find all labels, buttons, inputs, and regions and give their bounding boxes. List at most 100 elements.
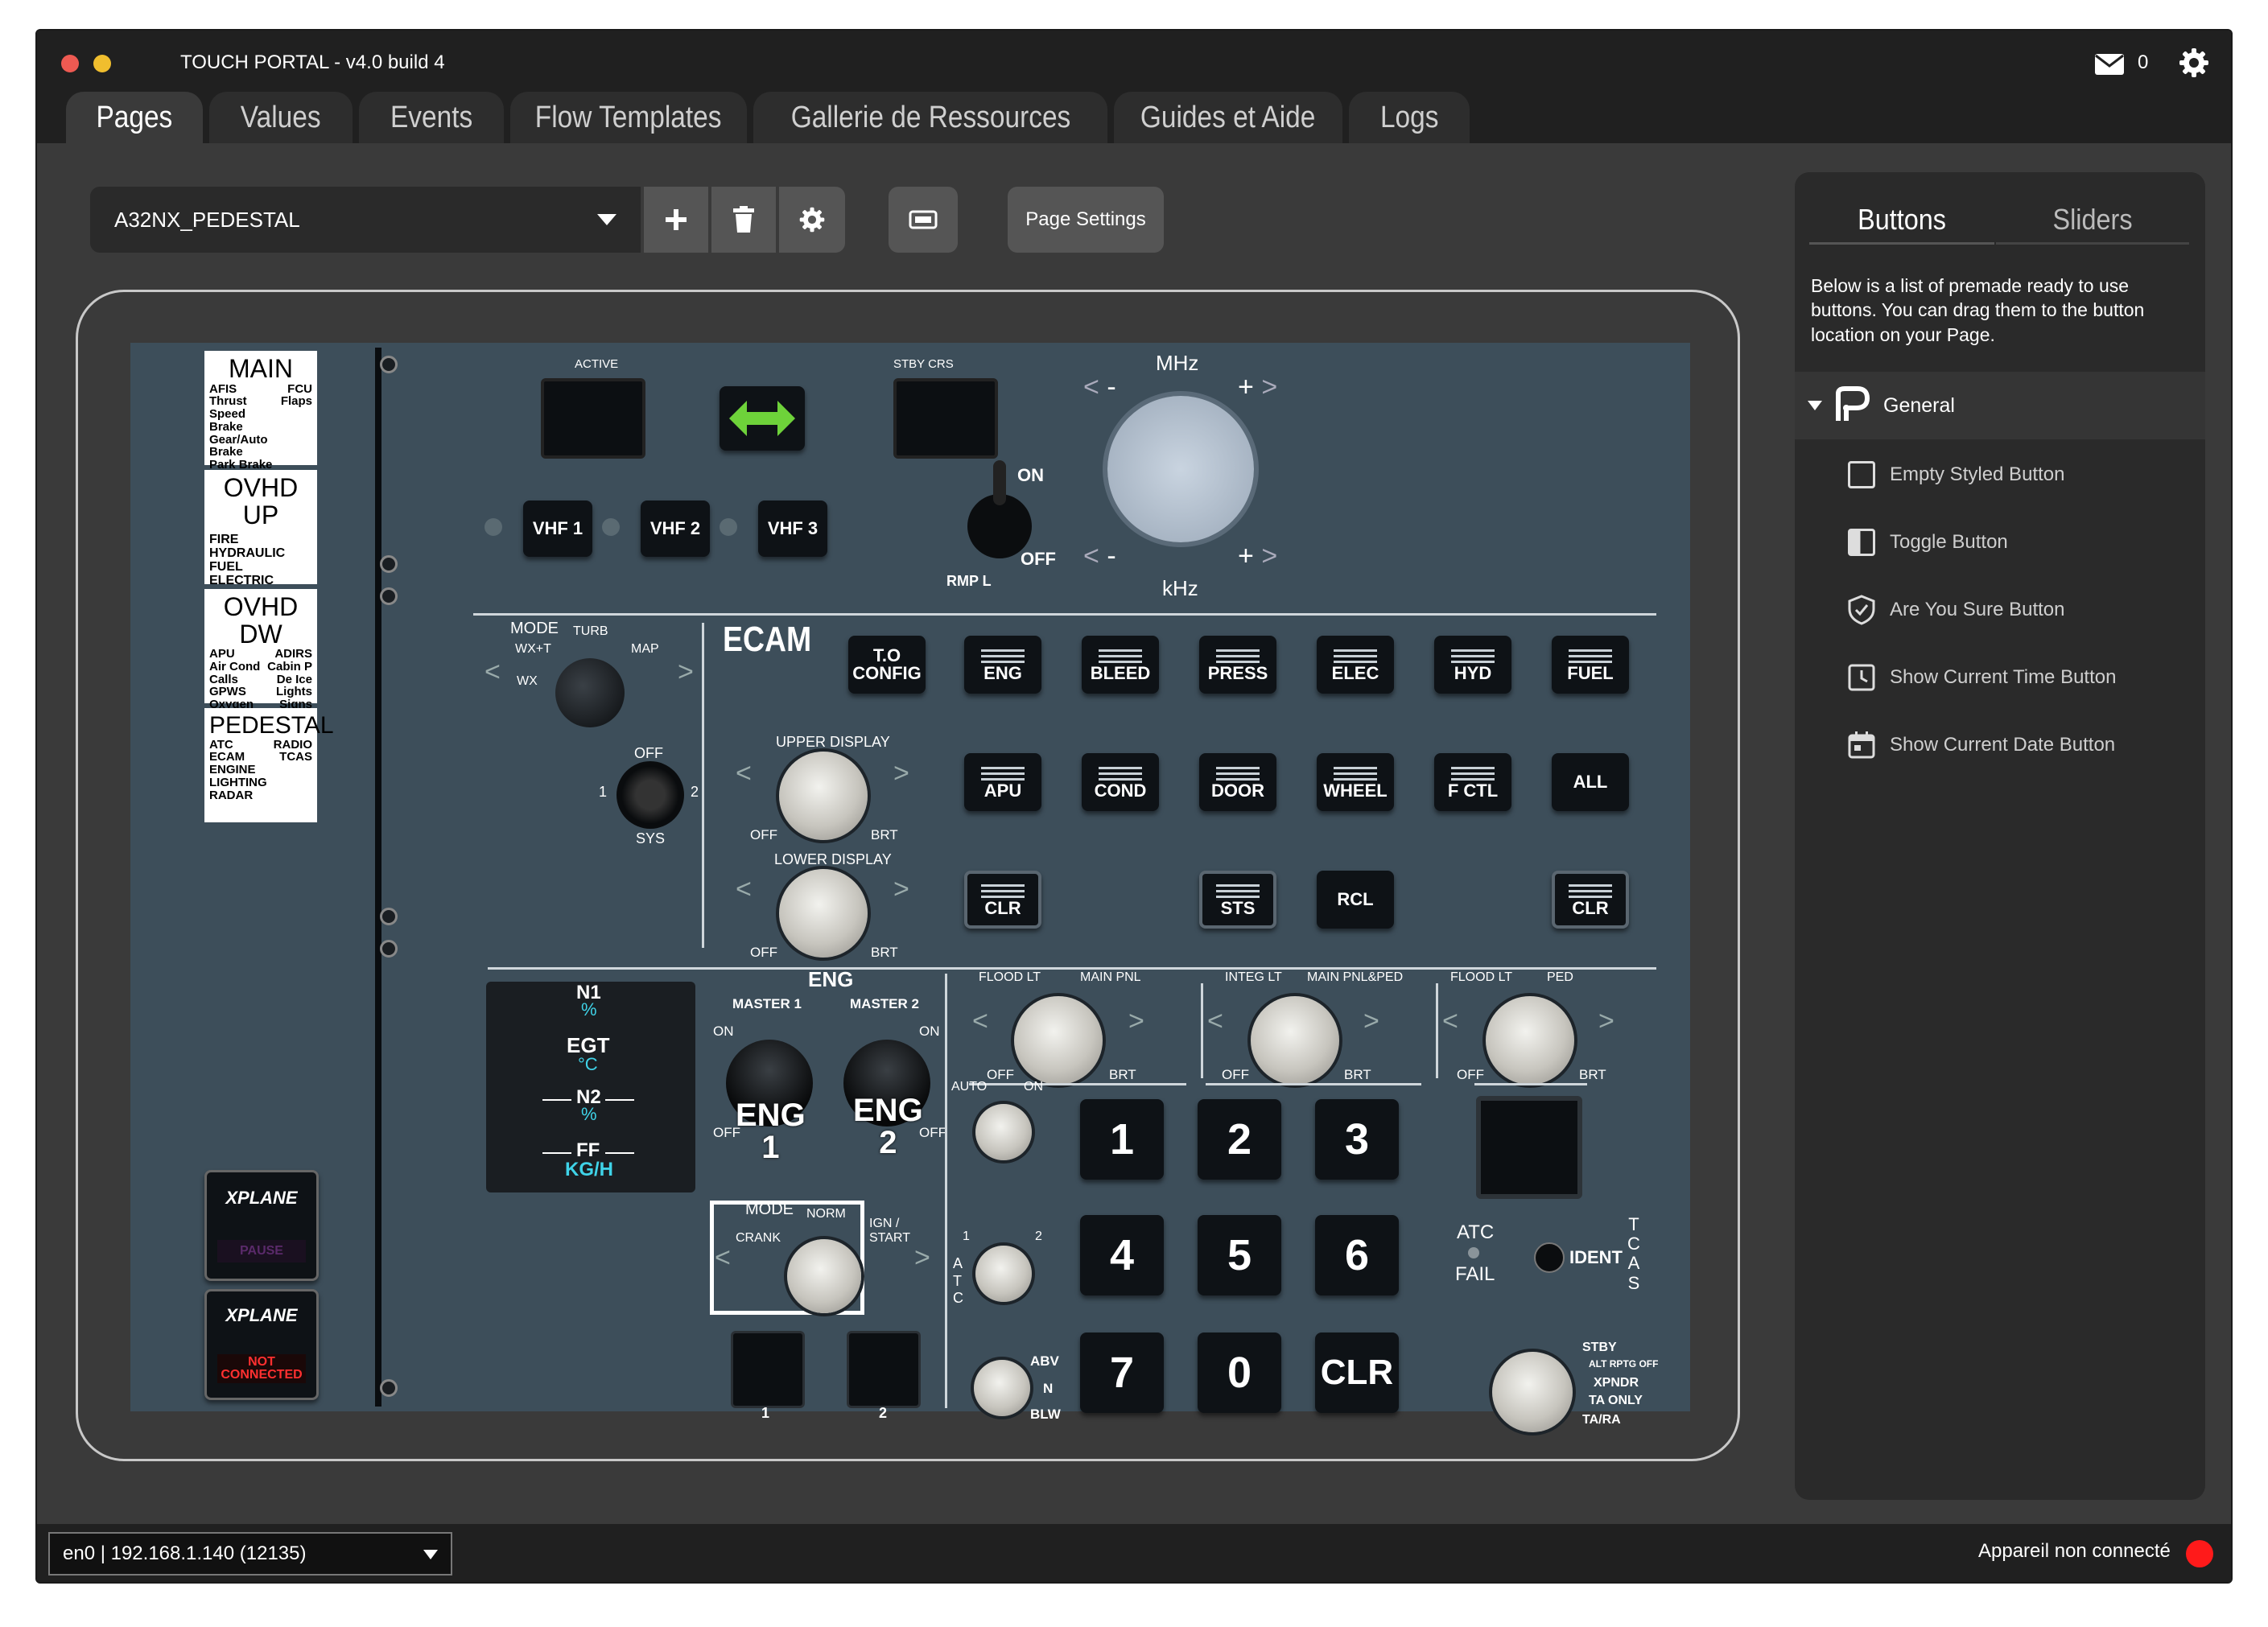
menu-pedestal-button[interactable]: PEDESTAL ATC ECAM ENGINE LIGHTING RADAR RADI…: [204, 708, 334, 822]
tab-flow-templates[interactable]: Flow Templates: [510, 92, 747, 143]
sidebar-tab-buttons[interactable]: Buttons: [1809, 196, 1994, 245]
eng-mode-right-arrow[interactable]: >: [914, 1242, 930, 1274]
khz-plus-button[interactable]: + >: [1238, 541, 1277, 572]
flood-ped-knob[interactable]: [1486, 996, 1574, 1085]
flood-ped-left-arrow[interactable]: <: [1442, 1006, 1458, 1037]
eng2-fire-light: [847, 1331, 921, 1408]
upper-display-left-arrow[interactable]: <: [736, 758, 752, 789]
ecam-cond-button[interactable]: COND: [1082, 753, 1159, 811]
flood-lt-left-arrow[interactable]: <: [972, 1006, 988, 1037]
ecam-apu-button[interactable]: APU: [964, 753, 1041, 811]
page-gear-button[interactable]: [779, 187, 845, 253]
mail-icon[interactable]: [2094, 53, 2125, 76]
page-size-button[interactable]: [889, 187, 958, 253]
tcas-mode-knob[interactable]: [1492, 1352, 1573, 1432]
delete-page-button[interactable]: [711, 187, 776, 253]
lower-display-right-arrow[interactable]: >: [893, 874, 909, 905]
ecam-sts-button[interactable]: STS: [1199, 871, 1276, 929]
ecam-eng-button[interactable]: ENG: [964, 636, 1041, 694]
wx-mode-knob[interactable]: [555, 658, 625, 727]
vhf1-button[interactable]: VHF 1: [523, 500, 592, 557]
xpdr-key-0[interactable]: 0: [1198, 1332, 1281, 1413]
atc-alt-knob[interactable]: [974, 1360, 1030, 1416]
xpdr-key-4[interactable]: 4: [1080, 1215, 1164, 1295]
integ-lt-left-arrow[interactable]: <: [1207, 1006, 1223, 1037]
xpdr-key-3[interactable]: 3: [1315, 1099, 1399, 1180]
xpdr-key-5[interactable]: 5: [1198, 1215, 1281, 1295]
ecam-wheel-button[interactable]: WHEEL: [1317, 753, 1394, 811]
xpdr-key-7[interactable]: 7: [1080, 1332, 1164, 1413]
wx-left-arrow[interactable]: <: [485, 657, 501, 688]
upper-display-knob[interactable]: [779, 752, 868, 840]
sidebar-item-show-current-time-button[interactable]: Show Current Time Button: [1795, 644, 2205, 711]
lower-display-left-arrow[interactable]: <: [736, 874, 752, 905]
lower-display-knob[interactable]: [779, 869, 868, 958]
menu-ovhd-up-button[interactable]: OVHD UP FIRE HYDRAULIC FUEL ELECTRIC: [204, 470, 317, 587]
ecam-elec-button[interactable]: ELEC: [1317, 636, 1394, 694]
sidebar-item-empty-styled-button[interactable]: Empty Styled Button: [1795, 441, 2205, 509]
gear-icon[interactable]: [2178, 47, 2210, 79]
wx-sys-knob[interactable]: [616, 761, 684, 829]
ecam-hyd-button[interactable]: HYD: [1434, 636, 1511, 694]
sidebar-tab-sliders[interactable]: Sliders: [1996, 196, 2189, 245]
vhf3-button[interactable]: VHF 3: [758, 500, 827, 557]
atc-fail-label-top: ATC: [1457, 1221, 1495, 1243]
ecam-fuel-button[interactable]: FUEL: [1552, 636, 1629, 694]
ecam-fctl-button[interactable]: F CTL: [1434, 753, 1511, 811]
xpdr-key-6[interactable]: 6: [1315, 1215, 1399, 1295]
flood-lt-knob[interactable]: [1014, 996, 1103, 1085]
eng-mode-knob[interactable]: [787, 1239, 861, 1313]
integ-lt-right-arrow[interactable]: >: [1363, 1006, 1379, 1037]
xpdr-key-2[interactable]: 2: [1198, 1099, 1281, 1180]
ecam-press-button[interactable]: PRESS: [1199, 636, 1276, 694]
flood-ped-right-arrow[interactable]: >: [1598, 1006, 1614, 1037]
sidebar-item-are-you-sure-button[interactable]: Are You Sure Button: [1795, 576, 2205, 644]
khz-minus-button[interactable]: < -: [1083, 541, 1116, 572]
ecam-clr-left-button[interactable]: CLR: [964, 871, 1041, 929]
xpdr-key-clr[interactable]: CLR: [1315, 1332, 1399, 1413]
flood-lt-right-arrow[interactable]: >: [1128, 1006, 1144, 1037]
atc-auto-knob[interactable]: [975, 1104, 1032, 1160]
sidebar-description: Below is a list of premade ready to use …: [1811, 275, 2145, 345]
ecam-all-button[interactable]: ALL: [1552, 753, 1629, 811]
mhz-plus-button[interactable]: + >: [1238, 372, 1277, 403]
eng-mode-left-arrow[interactable]: <: [715, 1242, 731, 1274]
integ-lt-knob[interactable]: [1251, 996, 1339, 1085]
add-page-button[interactable]: [644, 187, 708, 253]
xplane-connection-button[interactable]: XPLANE NOT CONNECTED: [204, 1289, 319, 1400]
wx-right-arrow[interactable]: >: [678, 657, 694, 688]
xplane-pause-button[interactable]: XPLANE PAUSE: [204, 1170, 319, 1281]
ecam-clr-right-button[interactable]: CLR: [1552, 871, 1629, 929]
tab-logs[interactable]: Logs: [1349, 92, 1470, 143]
tab-pages[interactable]: Pages: [66, 92, 203, 143]
menu-main-title: MAIN: [229, 354, 293, 383]
ident-button[interactable]: [1534, 1242, 1565, 1273]
tab-values[interactable]: Values: [209, 92, 353, 143]
upper-display-right-arrow[interactable]: >: [893, 758, 909, 789]
tab-gallerie-de-ressources[interactable]: Gallerie de Ressources: [753, 92, 1107, 143]
menu-ovhd-dw-button[interactable]: OVHD DW APU Air Cond Calls GPWS Oxygen ADIRS…: [204, 589, 317, 711]
master1-label-eng1: ENG 1: [736, 1098, 806, 1165]
page-settings-button[interactable]: Page Settings: [1008, 187, 1164, 253]
menu-main-button[interactable]: MAIN AFIS Thrust Speed Brake Gear/Auto Brak…: [204, 351, 317, 471]
ecam-rcl-button[interactable]: RCL: [1317, 871, 1394, 929]
tab-events[interactable]: Events: [359, 92, 504, 143]
freq-knob[interactable]: [1107, 396, 1254, 542]
xpdr-key-1[interactable]: 1: [1080, 1099, 1164, 1180]
tab-guides-et-aide[interactable]: Guides et Aide: [1114, 92, 1342, 143]
close-window-button[interactable]: [61, 55, 79, 72]
page-select[interactable]: A32NX_PEDESTAL: [90, 187, 641, 253]
minimize-window-button[interactable]: [93, 55, 111, 72]
sidebar-item-toggle-button[interactable]: Toggle Button: [1795, 509, 2205, 576]
sidebar-group-general[interactable]: General: [1795, 372, 2205, 439]
ecam-to-config-button[interactable]: T.O CONFIG: [848, 636, 926, 694]
ecam-door-button[interactable]: DOOR: [1199, 753, 1276, 811]
connection-select[interactable]: en0 | 192.168.1.140 (12135): [48, 1532, 452, 1576]
trash-icon: [733, 206, 754, 233]
atc-sys-knob[interactable]: [975, 1246, 1032, 1302]
vhf2-button[interactable]: VHF 2: [641, 500, 710, 557]
ecam-bleed-button[interactable]: BLEED: [1082, 636, 1159, 694]
sidebar-item-show-current-date-button[interactable]: Show Current Date Button: [1795, 711, 2205, 779]
mhz-minus-button[interactable]: < -: [1083, 372, 1116, 403]
swap-freq-button[interactable]: [720, 386, 805, 451]
